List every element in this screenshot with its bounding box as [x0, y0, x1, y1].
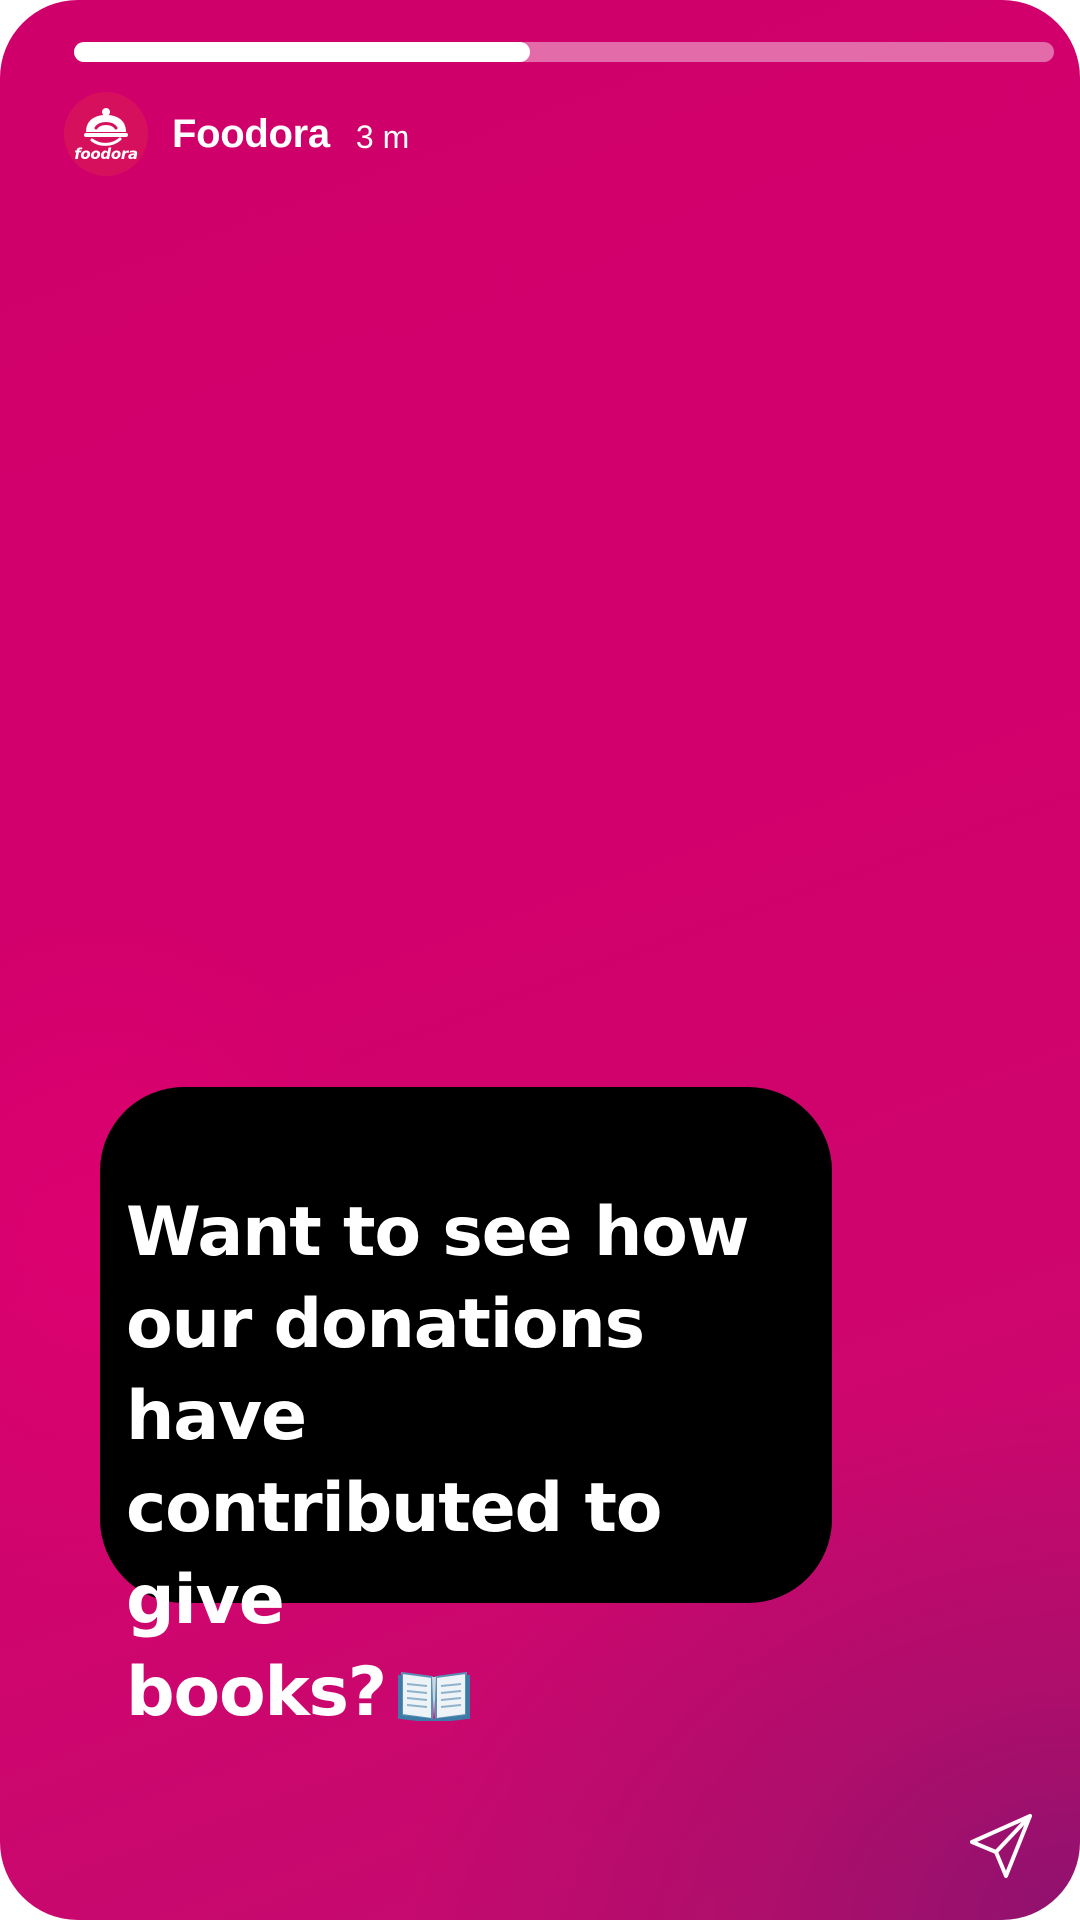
- story-progress-bar: [74, 42, 1054, 62]
- cloche-icon: [84, 108, 128, 146]
- caption-box: Want to see how our donations have contr…: [100, 1087, 832, 1732]
- story-progress-fill: [74, 42, 530, 62]
- share-button[interactable]: [966, 1812, 1036, 1882]
- avatar[interactable]: foodora: [64, 92, 148, 176]
- open-book-icon: [398, 1653, 471, 1745]
- caption-body: Want to see how our donations have contr…: [126, 1193, 749, 1732]
- story-view[interactable]: foodora Foodora 3 m Want to see how our …: [0, 0, 1080, 1920]
- caption-text: Want to see how our donations have contr…: [126, 1187, 806, 1745]
- account-name[interactable]: Foodora: [172, 112, 330, 157]
- avatar-logo-text: foodora: [74, 145, 138, 163]
- post-timestamp: 3 m: [355, 118, 410, 155]
- story-header: foodora Foodora 3 m: [64, 92, 409, 176]
- paper-plane-icon: [970, 1814, 1032, 1878]
